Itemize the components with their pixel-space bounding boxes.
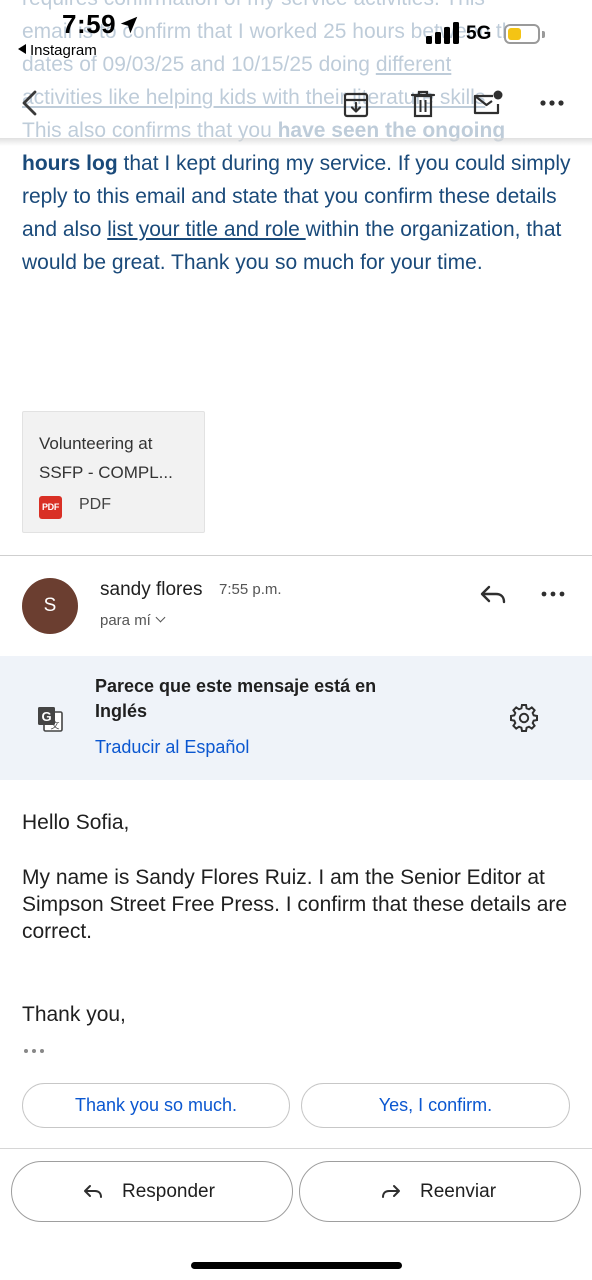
toolbar-shadow <box>0 138 592 146</box>
email-toolbar <box>0 80 592 140</box>
attachment-name: Volunteering at SSFP - COMPL... <box>39 434 173 482</box>
trash-icon[interactable] <box>408 89 438 119</box>
reply-closing: Thank you, <box>22 1003 126 1026</box>
archive-icon[interactable] <box>341 90 371 120</box>
attachment-card[interactable]: Volunteering at SSFP - COMPL... PDF PDF <box>22 411 205 533</box>
svg-text:文: 文 <box>50 720 59 732</box>
forward-button[interactable]: Reenviar <box>299 1161 581 1222</box>
actions-divider <box>0 1148 592 1149</box>
forward-arrow-icon <box>382 1185 400 1198</box>
chevron-down-icon <box>155 612 166 623</box>
reply-label: Responder <box>122 1181 215 1202</box>
attachment-type: PDF <box>79 496 111 513</box>
back-to-app-link[interactable]: Instagram <box>18 42 97 59</box>
more-options-icon[interactable] <box>540 584 566 604</box>
reply-icon[interactable] <box>478 582 508 608</box>
translate-link[interactable]: Traducir al Español <box>95 737 249 758</box>
battery-tip <box>542 31 545 38</box>
show-trimmed-content-icon[interactable] <box>22 1045 52 1057</box>
title-role-link: list your title and role <box>107 218 306 241</box>
forward-label: Reenviar <box>420 1181 497 1202</box>
chevron-left-icon[interactable] <box>16 88 46 118</box>
location-arrow-icon <box>120 16 138 34</box>
bold-hours-log: hours log <box>22 152 118 175</box>
sender-name[interactable]: sandy flores <box>100 579 202 601</box>
pdf-icon: PDF <box>39 496 62 519</box>
smart-reply-chip[interactable]: Yes, I confirm. <box>301 1083 570 1128</box>
smart-reply-chip[interactable]: Thank you so much. <box>22 1083 290 1128</box>
reply-arrow-icon <box>84 1185 102 1198</box>
translate-icon: G 文 <box>38 707 63 732</box>
battery-icon <box>504 24 540 44</box>
reply-button[interactable]: Responder <box>11 1161 293 1222</box>
status-bar: 7:59 Instagram 5G <box>0 0 592 64</box>
reply-greeting: Hello Sofia, <box>22 811 130 834</box>
network-type: 5G <box>466 23 492 44</box>
avatar[interactable]: S <box>22 578 78 634</box>
signal-strength-icon <box>426 22 460 44</box>
mark-unread-icon[interactable] <box>471 88 505 118</box>
recipient-label: para mí <box>100 612 151 629</box>
translation-banner: G 文 Parece que este mensaje está en Ingl… <box>0 656 592 780</box>
back-app-label: Instagram <box>30 42 97 59</box>
sent-email-body: hours log that I kept during my service.… <box>22 147 582 279</box>
reply-paragraph: My name is Sandy Flores Ruiz. I am the S… <box>22 866 568 943</box>
gear-icon[interactable] <box>510 704 538 732</box>
status-time: 7:59 <box>62 9 117 39</box>
recipient-toggle[interactable]: para mí <box>100 612 166 629</box>
translation-title: Parece que este mensaje está en Inglés <box>95 676 377 721</box>
home-indicator <box>191 1262 402 1269</box>
more-horizontal-icon[interactable] <box>539 98 565 108</box>
message-time: 7:55 p.m. <box>219 581 282 598</box>
message-divider <box>0 555 592 556</box>
back-triangle-icon <box>18 44 26 54</box>
